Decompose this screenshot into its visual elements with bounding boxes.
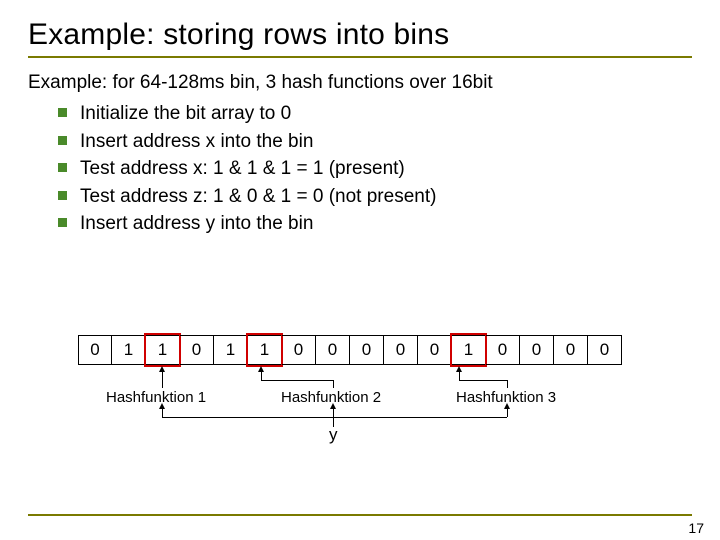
arrowhead-up-icon — [258, 366, 264, 372]
bit-cell: 0 — [588, 335, 622, 365]
lead-line: Example: for 64-128ms bin, 3 hash functi… — [28, 72, 692, 94]
bit-value: 0 — [600, 340, 609, 360]
bit-cell: 0 — [180, 335, 214, 365]
bit-value: 0 — [396, 340, 405, 360]
bit-value: 1 — [464, 340, 473, 360]
bitarray-figure: 0 1 1 0 1 1 0 0 0 0 0 1 0 0 0 0 Hashfunk… — [78, 335, 638, 445]
bullet-list: Initialize the bit array to 0 Insert add… — [58, 100, 692, 238]
footer-rule — [28, 514, 692, 516]
bitarray: 0 1 1 0 1 1 0 0 0 0 0 1 0 0 0 0 — [78, 335, 638, 365]
bit-cell: 0 — [282, 335, 316, 365]
title-rule — [28, 56, 692, 58]
bullet-item: Initialize the bit array to 0 — [58, 100, 692, 128]
bit-cell: 0 — [554, 335, 588, 365]
bullet-item: Insert address x into the bin — [58, 128, 692, 156]
bit-cell: 0 — [384, 335, 418, 365]
annotation-row: Hashfunktion 1 Hashfunktion 2 Hashfunkti… — [78, 365, 638, 445]
arrow-up — [261, 370, 262, 380]
connector-vertical — [333, 407, 334, 417]
bullet-item: Test address z: 1 & 0 & 1 = 0 (not prese… — [58, 183, 692, 211]
bit-value: 1 — [226, 340, 235, 360]
arrowhead-up-icon — [159, 403, 165, 409]
arrowhead-up-icon — [330, 403, 336, 409]
bit-cell: 0 — [78, 335, 112, 365]
page-number: 17 — [688, 520, 704, 536]
bit-value: 0 — [328, 340, 337, 360]
connector-vertical — [333, 380, 334, 388]
bit-cell: 0 — [316, 335, 350, 365]
bit-cell: 1 — [112, 335, 146, 365]
connector-vertical — [162, 407, 163, 417]
bit-value: 1 — [124, 340, 133, 360]
bit-cell: 1 — [248, 335, 282, 365]
bit-value: 1 — [260, 340, 269, 360]
bit-value: 0 — [192, 340, 201, 360]
bit-value: 0 — [294, 340, 303, 360]
bit-cell: 0 — [520, 335, 554, 365]
slide: Example: storing rows into bins Example:… — [0, 0, 720, 540]
bit-value: 1 — [158, 340, 167, 360]
arrowhead-up-icon — [456, 366, 462, 372]
bit-cell: 1 — [452, 335, 486, 365]
bit-cell: 0 — [350, 335, 384, 365]
bullet-item: Test address x: 1 & 1 & 1 = 1 (present) — [58, 155, 692, 183]
bit-cell: 1 — [214, 335, 248, 365]
connector-vertical — [507, 407, 508, 417]
bit-value: 0 — [362, 340, 371, 360]
arrow-up — [162, 370, 163, 388]
bit-value: 0 — [566, 340, 575, 360]
connector-line — [261, 380, 333, 381]
arrowhead-up-icon — [504, 403, 510, 409]
bullet-item: Insert address y into the bin — [58, 210, 692, 238]
bit-value: 0 — [90, 340, 99, 360]
connector-line — [162, 417, 507, 418]
page-title: Example: storing rows into bins — [28, 18, 692, 52]
bit-value: 0 — [430, 340, 439, 360]
arrowhead-up-icon — [159, 366, 165, 372]
bit-cell: 0 — [418, 335, 452, 365]
arrow-up — [459, 370, 460, 380]
hashfn-label-1: Hashfunktion 1 — [106, 389, 206, 406]
bit-cell: 0 — [486, 335, 520, 365]
bit-cell: 1 — [146, 335, 180, 365]
bit-value: 0 — [532, 340, 541, 360]
bit-value: 0 — [498, 340, 507, 360]
connector-vertical — [507, 380, 508, 388]
y-label: y — [329, 425, 338, 445]
connector-line — [459, 380, 507, 381]
